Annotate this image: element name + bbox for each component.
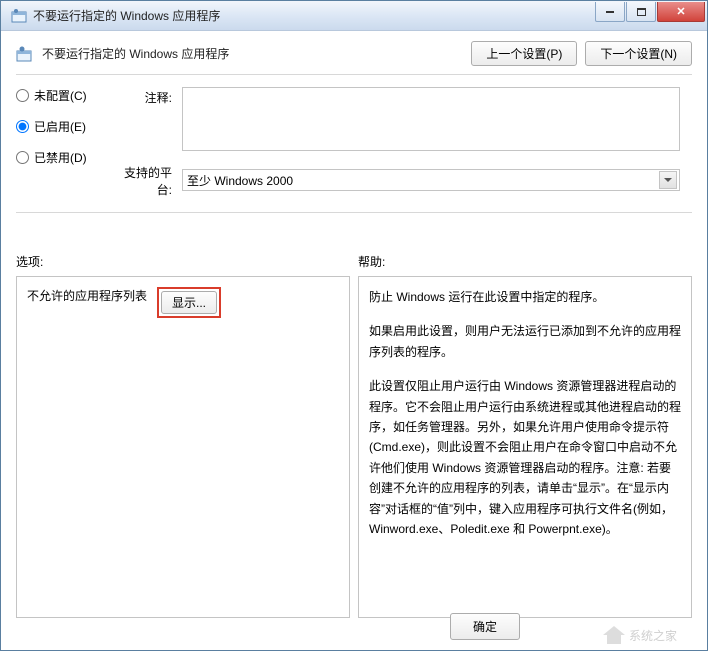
section-labels: 选项: 帮助:: [16, 253, 692, 270]
radio-disabled-input[interactable]: [16, 151, 29, 164]
radio-not-configured-input[interactable]: [16, 89, 29, 102]
platform-select[interactable]: 至少 Windows 2000: [182, 169, 680, 191]
app-icon: [11, 8, 27, 24]
policy-title: 不要运行指定的 Windows 应用程序: [42, 45, 229, 62]
watermark-icon: [603, 626, 625, 644]
radio-not-configured[interactable]: 未配置(C): [16, 87, 112, 104]
watermark: 系统之家: [603, 626, 677, 644]
minimize-button[interactable]: [595, 2, 625, 22]
help-panel: 防止 Windows 运行在此设置中指定的程序。 如果启用此设置，则用户无法运行…: [358, 276, 692, 618]
disallowed-apps-label: 不允许的应用程序列表: [27, 287, 147, 304]
previous-setting-button[interactable]: 上一个设置(P): [471, 41, 577, 66]
radio-not-configured-label: 未配置(C): [34, 87, 87, 104]
platform-value: 至少 Windows 2000: [187, 172, 293, 189]
platform-label: 支持的平台:: [112, 162, 182, 198]
show-button-highlight: 显示...: [157, 287, 221, 318]
radio-disabled[interactable]: 已禁用(D): [16, 149, 112, 166]
options-panel: 不允许的应用程序列表 显示...: [16, 276, 350, 618]
titlebar: 不要运行指定的 Windows 应用程序 ✕: [1, 1, 707, 31]
content-area: 不要运行指定的 Windows 应用程序 上一个设置(P) 下一个设置(N) 未…: [1, 31, 707, 628]
maximize-button[interactable]: [626, 2, 656, 22]
config-section: 未配置(C) 已启用(E) 已禁用(D) 注释:: [16, 87, 692, 198]
divider: [16, 74, 692, 75]
next-setting-button[interactable]: 下一个设置(N): [585, 41, 692, 66]
close-button[interactable]: ✕: [657, 2, 705, 22]
header-row: 不要运行指定的 Windows 应用程序 上一个设置(P) 下一个设置(N): [16, 41, 692, 66]
state-radios: 未配置(C) 已启用(E) 已禁用(D): [16, 87, 112, 198]
show-button[interactable]: 显示...: [161, 291, 217, 314]
comment-textarea[interactable]: [182, 87, 680, 151]
help-text-3: 此设置仅阻止用户运行由 Windows 资源管理器进程启动的程序。它不会阻止用户…: [369, 376, 681, 539]
help-text-1: 防止 Windows 运行在此设置中指定的程序。: [369, 287, 681, 307]
help-section-label: 帮助:: [358, 253, 385, 270]
ok-button[interactable]: 确定: [450, 613, 520, 640]
help-text-2: 如果启用此设置，则用户无法运行已添加到不允许的应用程序列表的程序。: [369, 321, 681, 362]
dropdown-arrow-icon[interactable]: [659, 171, 677, 189]
radio-enabled[interactable]: 已启用(E): [16, 118, 112, 135]
policy-editor-window: 不要运行指定的 Windows 应用程序 ✕ 不要运行指定的 Windows 应…: [0, 0, 708, 651]
watermark-text: 系统之家: [629, 627, 677, 644]
divider: [16, 212, 692, 213]
radio-disabled-label: 已禁用(D): [34, 149, 87, 166]
comment-label: 注释:: [112, 87, 182, 154]
panels-row: 不允许的应用程序列表 显示... 防止 Windows 运行在此设置中指定的程序…: [16, 276, 692, 618]
radio-enabled-label: 已启用(E): [34, 118, 86, 135]
radio-enabled-input[interactable]: [16, 120, 29, 133]
options-section-label: 选项:: [16, 253, 358, 270]
window-controls: ✕: [595, 2, 705, 22]
policy-icon: [16, 45, 34, 63]
